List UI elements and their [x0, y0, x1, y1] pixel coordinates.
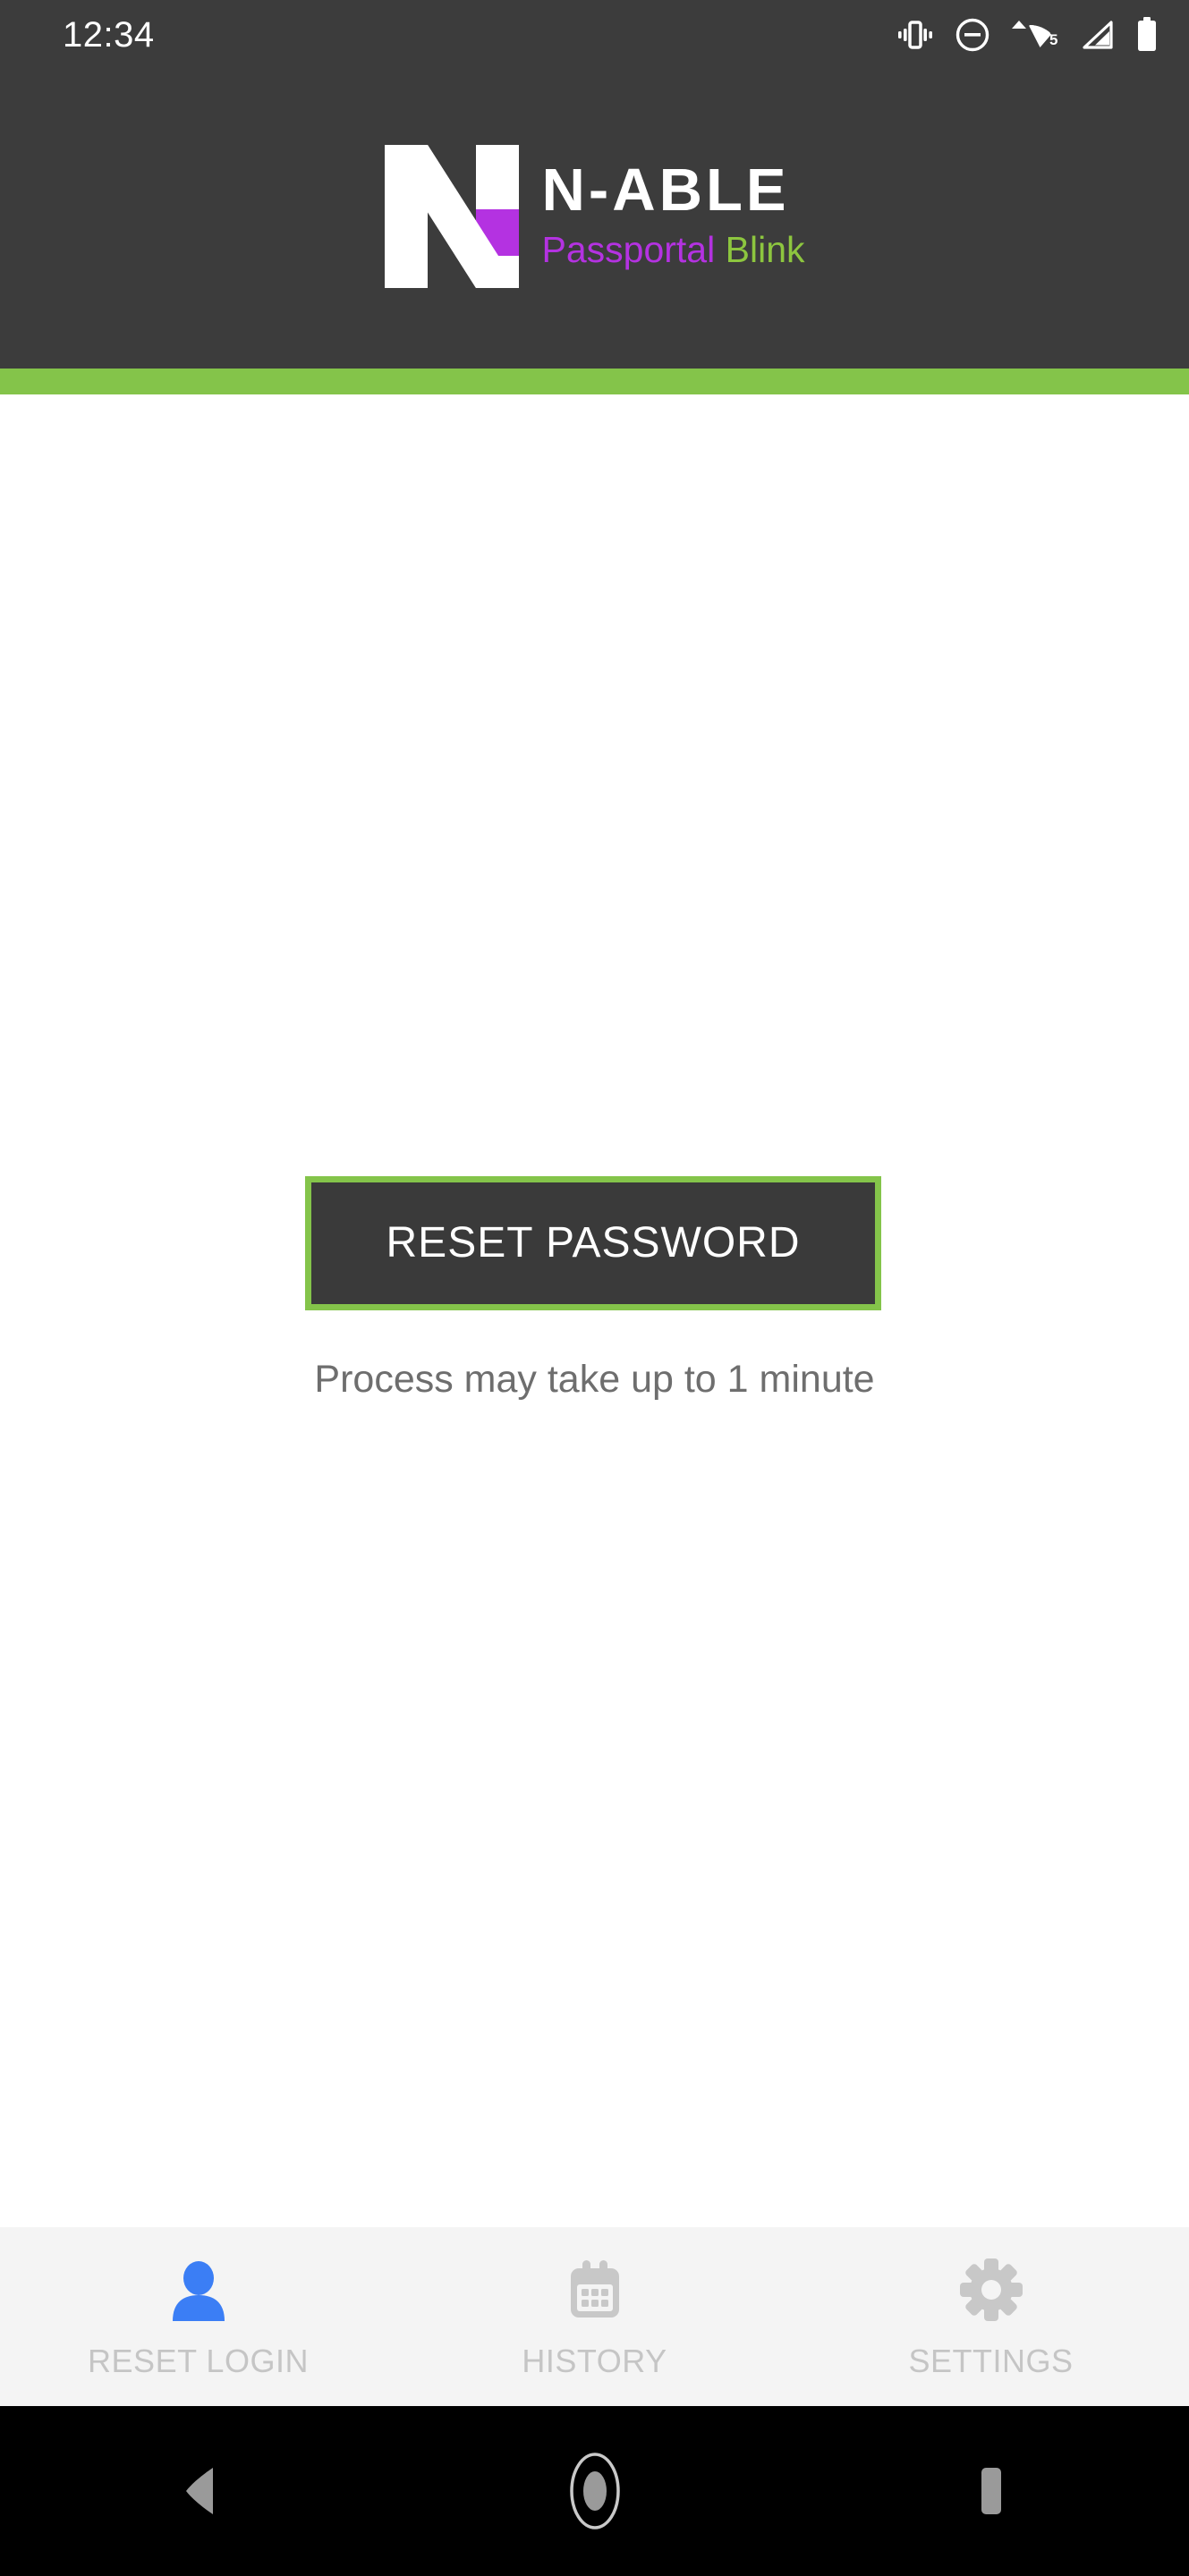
cellular-signal-icon: [1080, 17, 1116, 53]
brand-title: N-ABLE: [541, 157, 790, 225]
brand-subtitle-passportal: Passportal: [541, 228, 716, 270]
brand-subtitle-blink: Blink: [725, 228, 805, 270]
recents-button[interactable]: [793, 2406, 1189, 2576]
brand-subtitle: Passportal Blink: [542, 227, 805, 273]
nav-item-settings-label: SETTINGS: [908, 2343, 1074, 2379]
person-icon: [165, 2256, 233, 2324]
reset-password-button[interactable]: RESET PASSWORD: [305, 1176, 881, 1310]
process-duration-hint: Process may take up to 1 minute: [314, 1358, 875, 1401]
status-bar: 12:34 5: [0, 0, 1189, 70]
app-screen: 12:34 5 N-ABLE Passportal Blink RESET PA…: [0, 0, 1189, 2576]
main-content: RESET PASSWORD Process may take up to 1 …: [0, 394, 1189, 2227]
nav-item-history[interactable]: HISTORY: [396, 2227, 793, 2406]
brand-lockup: N-ABLE Passportal Blink: [384, 145, 805, 288]
status-bar-icons: 5: [896, 16, 1159, 54]
calendar-icon: [561, 2256, 629, 2324]
app-header: N-ABLE Passportal Blink: [0, 70, 1189, 369]
home-circle-icon: [567, 2451, 623, 2531]
recents-square-icon: [972, 2464, 1011, 2518]
nav-item-settings[interactable]: SETTINGS: [793, 2227, 1189, 2406]
svg-text:5: 5: [1049, 31, 1057, 48]
back-triangle-icon: [175, 2464, 222, 2518]
nav-item-reset-login-label: RESET LOGIN: [88, 2343, 309, 2379]
wifi-icon: 5: [1010, 16, 1060, 54]
home-button[interactable]: [396, 2406, 793, 2576]
battery-icon: [1135, 16, 1159, 54]
back-button[interactable]: [0, 2406, 396, 2576]
bottom-navigation-bar: RESET LOGIN HISTORY SETTINGS: [0, 2227, 1189, 2406]
gear-icon: [957, 2256, 1025, 2324]
reset-password-button-label: RESET PASSWORD: [386, 1219, 801, 1267]
status-bar-clock: 12:34: [63, 15, 155, 55]
nav-item-history-label: HISTORY: [522, 2343, 667, 2379]
brand-text: N-ABLE Passportal Blink: [541, 157, 805, 273]
nav-item-reset-login[interactable]: RESET LOGIN: [0, 2227, 396, 2406]
do-not-disturb-icon: [955, 17, 990, 53]
accent-bar: [0, 369, 1189, 394]
n-able-logo-icon: [384, 145, 519, 288]
android-system-navigation-bar: [0, 2406, 1189, 2576]
vibrate-icon: [896, 17, 935, 53]
